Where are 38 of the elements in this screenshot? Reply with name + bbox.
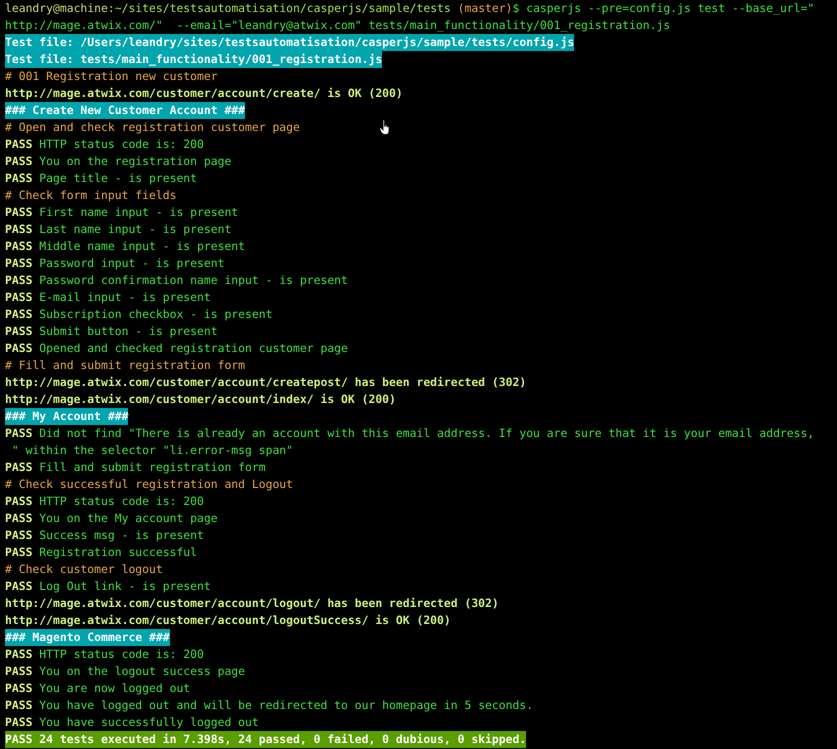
pass-line: PASS Did not find "There is already an account with this email address. If you are sure that it is your email address, bbox=[5, 425, 814, 442]
command-prompt-line: leandry@machine:~/sites/testsautomatisation/casperjs/sample/tests (master)$ casperjs --pre=config.js test --base_url=" bbox=[5, 0, 814, 17]
pass-line: PASS You on the My account page bbox=[5, 510, 218, 527]
pass-line: PASS You on the registration page bbox=[5, 153, 232, 170]
comment-line: # Check successful registration and Logout bbox=[5, 476, 294, 493]
pass-line: PASS Submit button - is present bbox=[5, 323, 218, 340]
pass-line: PASS Subscription checkbox - is present bbox=[5, 306, 272, 323]
comment-line: # 001 Registration new customer bbox=[5, 68, 218, 85]
pass-line: PASS You have logged out and will be redirected to our homepage in 5 seconds. bbox=[5, 697, 534, 714]
pass-line: PASS HTTP status code is: 200 bbox=[5, 493, 204, 510]
pass-line: PASS Fill and submit registration form bbox=[5, 459, 266, 476]
pass-line: PASS Password input - is present bbox=[5, 255, 224, 272]
pass-line: PASS Registration successful bbox=[5, 544, 198, 561]
pass-line: PASS Password confirmation name input - is present bbox=[5, 272, 348, 289]
pass-line: PASS You on the logout success page bbox=[5, 663, 246, 680]
command-line: http://mage.atwix.com/" --email="leandry@atwix.com" tests/main_functionality/001_registration.js bbox=[5, 17, 670, 34]
output-line: " within the selector "li.error-msg span" bbox=[10, 442, 294, 459]
url-status-line: http://mage.atwix.com/customer/account/logoutSuccess/ is OK (200) bbox=[5, 612, 451, 629]
pass-line: PASS Opened and checked registration customer page bbox=[5, 340, 348, 357]
pass-line: PASS Middle name input - is present bbox=[5, 238, 246, 255]
url-status-line: http://mage.atwix.com/customer/account/index/ is OK (200) bbox=[5, 391, 396, 408]
comment-line: # Check form input fields bbox=[5, 187, 176, 204]
comment-line: # Check customer logout bbox=[5, 561, 163, 578]
url-status-line: http://mage.atwix.com/customer/account/create/ is OK (200) bbox=[5, 85, 403, 102]
pass-line: PASS Page title - is present bbox=[5, 170, 198, 187]
comment-line: # Fill and submit registration form bbox=[5, 357, 246, 374]
pass-line: PASS HTTP status code is: 200 bbox=[5, 646, 204, 663]
pass-line: PASS You have successfully logged out bbox=[5, 714, 259, 731]
pass-line: PASS E-mail input - is present bbox=[5, 289, 211, 306]
comment-line: # Open and check registration customer page bbox=[5, 119, 300, 136]
pass-line: PASS Last name input - is present bbox=[5, 221, 232, 238]
pass-line: PASS Log Out link - is present bbox=[5, 578, 211, 595]
pass-line: PASS Success msg - is present bbox=[5, 527, 204, 544]
url-status-line: http://mage.atwix.com/customer/account/createpost/ has been redirected (302) bbox=[5, 374, 526, 391]
pass-line: PASS First name input - is present bbox=[5, 204, 238, 221]
pass-line: PASS HTTP status code is: 200 bbox=[5, 136, 204, 153]
pass-line: PASS You are now logged out bbox=[5, 680, 190, 697]
url-status-line: http://mage.atwix.com/customer/account/logout/ has been redirected (302) bbox=[5, 595, 499, 612]
